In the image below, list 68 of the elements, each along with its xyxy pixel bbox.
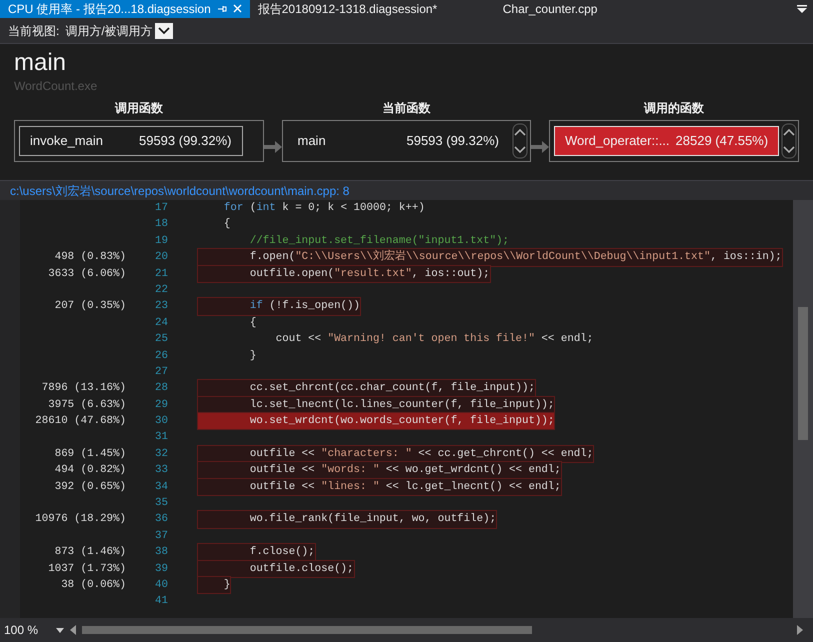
code-line: cout << "Warning! can't open this file!" << endl; (274, 332, 594, 348)
line-number: 28 (154, 381, 169, 396)
view-label: 当前视图: (8, 22, 60, 40)
line-number: 20 (154, 250, 169, 266)
line-number: 19 (154, 234, 169, 249)
line-number: 29 (154, 398, 169, 413)
line-number: 17 (154, 201, 169, 216)
caret-icon[interactable] (154, 22, 173, 38)
sample-count: 1037 (1.73%) (47, 562, 127, 577)
view-dropdown[interactable]: 调用方/被调用方 (65, 22, 173, 40)
close-icon[interactable] (232, 4, 242, 14)
tab[interactable]: CPU 使用率 - 报告20...18.diagsession (0, 0, 250, 18)
sample-count: 10976 (18.29%) (34, 512, 127, 528)
line-number: 30 (154, 414, 169, 430)
sample-count: 869 (1.45%) (54, 446, 127, 462)
line-number: 39 (154, 562, 169, 577)
code-line: for (int k = 0; k < 10000; k++) (222, 201, 425, 216)
sample-count: 3633 (6.06%) (47, 266, 127, 282)
vertical-scrollbar[interactable] (793, 200, 813, 618)
line-number: 26 (154, 348, 169, 364)
line-number: 40 (154, 578, 169, 593)
sample-count: 392 (0.65%) (54, 480, 127, 495)
sample-count: 28610 (47.68%) (34, 414, 127, 430)
tab[interactable]: Char_counter.cpp (494, 0, 606, 18)
line-number: 21 (154, 266, 169, 282)
scroll-left-icon[interactable] (70, 625, 76, 635)
line-number: 18 (154, 217, 169, 232)
code-line: { (222, 217, 230, 232)
horizontal-scrollbar[interactable] (70, 622, 803, 638)
sample-count: 3975 (6.63%) (47, 398, 127, 413)
line-number: 34 (154, 480, 169, 495)
function-name: main (14, 48, 68, 78)
line-number: 27 (154, 364, 169, 380)
source-path[interactable]: c:\users\刘宏岩\source\repos\worldcount\wordcount\main.cpp: 8 (0, 180, 813, 200)
sample-count: 498 (0.83%) (54, 250, 127, 266)
function-item[interactable]: Word_operater::... 28529 (47.55%) (554, 126, 780, 156)
line-number: 23 (154, 299, 169, 314)
column-title: 当前函数 (381, 100, 432, 116)
line-number: 38 (154, 545, 169, 560)
line-number: 37 (154, 528, 169, 544)
tab[interactable]: 报告20180912-1318.diagsession* (250, 0, 495, 18)
sample-count: 873 (1.46%) (54, 545, 127, 560)
line-number: 24 (154, 316, 169, 331)
sample-count: 494 (0.82%) (54, 463, 127, 478)
line-number: 31 (154, 430, 169, 446)
code-line: { (248, 316, 256, 331)
sample-count: 7896 (13.16%) (40, 381, 127, 396)
sample-count: 38 (0.06%) (60, 578, 127, 593)
line-number: 33 (154, 463, 169, 478)
line-number: 35 (154, 496, 169, 512)
column-title: 调用函数 (114, 100, 164, 116)
scroll-right-icon[interactable] (797, 625, 803, 635)
scroll-arrows-icon[interactable] (512, 122, 528, 160)
zoom-dropdown[interactable]: 100 % (0, 621, 64, 639)
line-number: 41 (154, 594, 169, 610)
scroll-thumb[interactable] (82, 626, 532, 634)
line-number: 32 (154, 446, 169, 462)
pin-icon[interactable] (216, 4, 227, 14)
code-line: } (248, 348, 256, 364)
sample-count: 207 (0.35%) (54, 299, 127, 314)
line-number: 22 (154, 282, 169, 298)
function-item[interactable]: invoke_main 59593 (99.32%) (19, 126, 242, 156)
line-number: 25 (154, 332, 169, 348)
column-title: 调用的函数 (642, 100, 705, 116)
function-item[interactable]: main 59593 (99.32%) (286, 126, 510, 156)
scroll-arrows-icon[interactable] (781, 122, 798, 160)
code-line: //file_input.set_filename("input1.txt"); (248, 234, 510, 249)
line-number: 36 (154, 512, 169, 528)
